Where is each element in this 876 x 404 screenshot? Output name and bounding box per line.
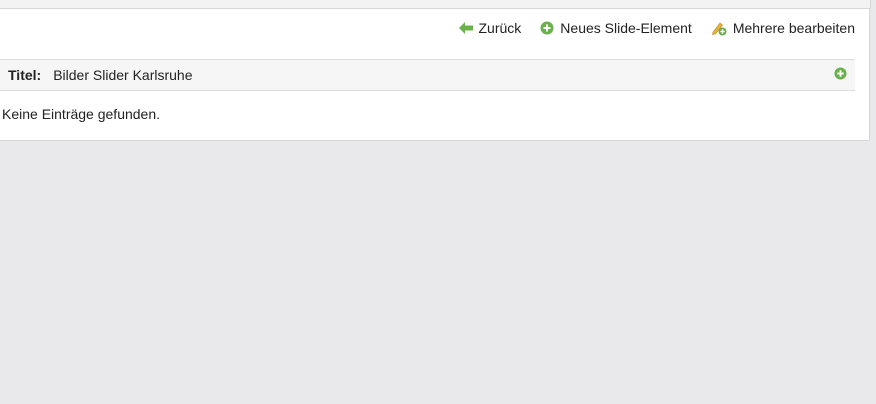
content-panel: Zurück Neues Slide-Element Mehrere bearb… [0,9,870,141]
back-button[interactable]: Zurück [458,20,522,36]
empty-message: Keine Einträge gefunden. [2,106,161,122]
add-title-icon[interactable] [834,67,847,83]
pencil-plus-icon [711,20,727,36]
top-strip [0,0,871,9]
back-label: Zurück [478,20,522,36]
toolbar: Zurück Neues Slide-Element Mehrere bearb… [458,18,855,38]
plus-circle-icon [540,21,554,35]
new-slide-element-button[interactable]: Neues Slide-Element [540,20,692,36]
title-value: Bilder Slider Karlsruhe [53,67,193,83]
title-row: Titel: Bilder Slider Karlsruhe [0,59,855,91]
title-label: Titel: [8,67,42,83]
new-slide-element-label: Neues Slide-Element [560,20,692,36]
edit-multiple-label: Mehrere bearbeiten [732,20,855,36]
arrow-left-icon [458,22,473,34]
edit-multiple-button[interactable]: Mehrere bearbeiten [711,20,855,36]
